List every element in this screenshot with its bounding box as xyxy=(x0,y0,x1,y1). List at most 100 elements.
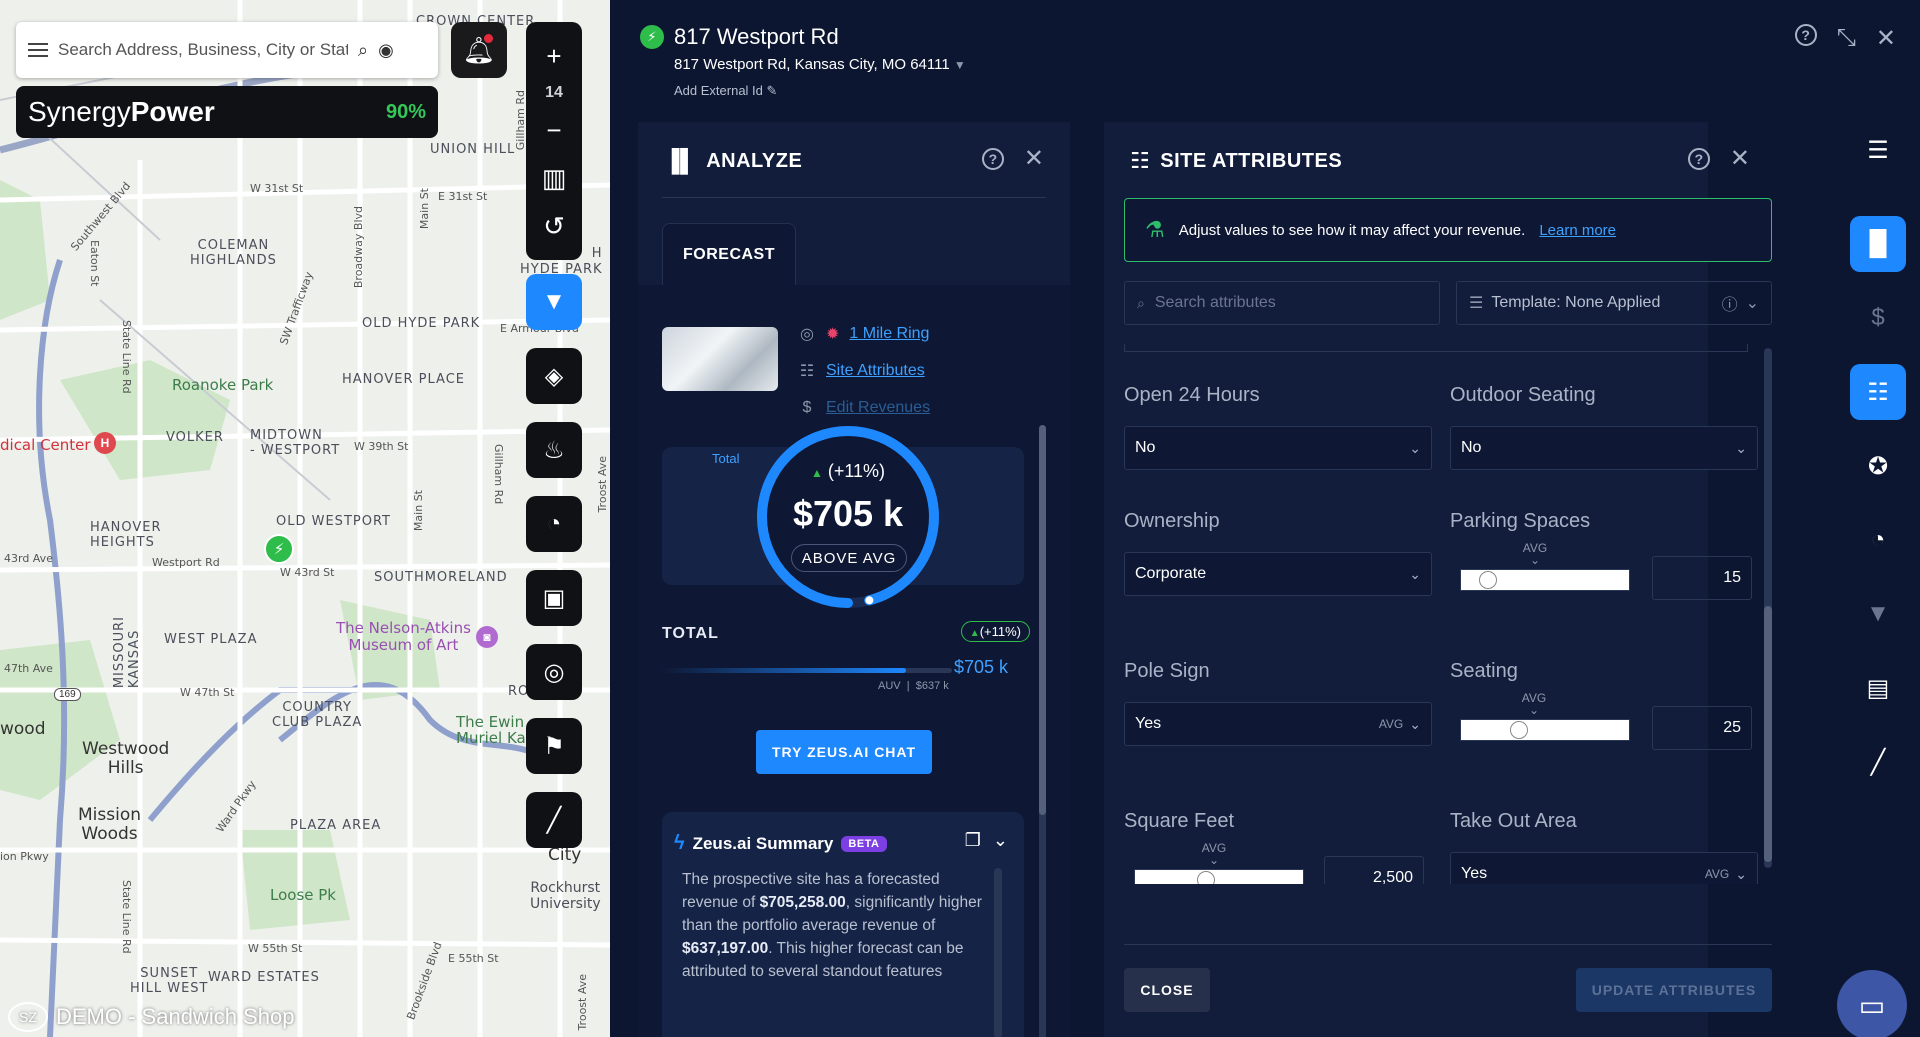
close-button[interactable]: CLOSE xyxy=(1124,968,1210,1012)
collapse-icon[interactable]: ⤡ xyxy=(1837,24,1856,53)
link-1-mile-ring[interactable]: 1 Mile Ring xyxy=(849,325,929,343)
close-icon[interactable]: ✕ xyxy=(1876,24,1896,53)
take-out-area-select[interactable]: Yes AVG ⌄ xyxy=(1450,852,1758,884)
try-zeus-chat-button[interactable]: TRY ZEUS.AI CHAT xyxy=(756,730,932,774)
help-icon[interactable]: ? xyxy=(1794,24,1817,46)
rail-location-button[interactable]: ▼ xyxy=(1850,586,1906,642)
site-pin-icon[interactable]: ⚡ xyxy=(264,534,294,564)
help-icon[interactable]: ? xyxy=(981,147,1004,170)
map-style-button[interactable]: ▥ xyxy=(526,154,582,202)
slider-handle[interactable] xyxy=(1509,721,1528,739)
demo-watermark: SZ DEMO - Sandwich Shop xyxy=(8,1002,294,1032)
ownership-select[interactable]: Corporate ⌄ xyxy=(1124,552,1432,596)
template-select[interactable]: ☰ Template: None Applied ⓘ ⌄ xyxy=(1456,281,1772,325)
car-icon: ▣ xyxy=(542,584,566,612)
close-icon[interactable]: ✕ xyxy=(1024,144,1044,173)
tab-forecast[interactable]: FORECAST xyxy=(662,223,796,285)
rail-revenue-button[interactable]: $ xyxy=(1850,290,1906,346)
dollar-icon: $ xyxy=(1871,304,1885,331)
tool-radius-button[interactable]: ◎ xyxy=(526,644,582,700)
rail-favorite-button[interactable]: ✪ xyxy=(1850,438,1906,494)
map-search-bar: ⌕ ◉ xyxy=(16,22,438,78)
list-icon: ☰ xyxy=(1469,295,1484,312)
link-edit-revenues[interactable]: Edit Revenues xyxy=(826,399,930,417)
attribute-list: Open 24 Hours No ⌄ Outdoor Seating No ⌄ Ow… xyxy=(1124,344,1768,884)
open-24-hours-select[interactable]: No ⌄ xyxy=(1124,426,1432,470)
pole-sign-select[interactable]: Yes AVG ⌄ xyxy=(1124,702,1432,746)
document-icon: ▤ xyxy=(1866,674,1890,702)
chat-button[interactable]: ▭ xyxy=(1837,970,1907,1037)
reset-view-button[interactable]: ↺ xyxy=(526,202,582,250)
chevron-down-icon[interactable]: ⌄ xyxy=(993,830,1008,851)
attribute-search-input[interactable] xyxy=(1154,294,1415,312)
help-icon[interactable]: ? xyxy=(1687,147,1710,170)
zoom-in-button[interactable]: + xyxy=(526,32,582,80)
search-icon[interactable]: ⌕ xyxy=(358,40,368,61)
address-pin-icon: ▼ xyxy=(953,58,966,72)
map-search-input[interactable] xyxy=(58,40,348,60)
update-attributes-button[interactable]: UPDATE ATTRIBUTES xyxy=(1576,968,1772,1012)
map-label-mission-woods: Mission Woods xyxy=(78,805,142,844)
slider-handle[interactable] xyxy=(1197,871,1216,884)
map-label-w39th: W 39th St xyxy=(354,440,409,453)
attributes-scrollbar[interactable] xyxy=(1764,348,1772,868)
location-pin-icon[interactable]: ◉ xyxy=(378,40,394,61)
learn-more-link[interactable]: Learn more xyxy=(1539,222,1616,239)
tool-flag-button[interactable]: ⚑ xyxy=(526,718,582,774)
rail-site-list-button[interactable]: ☰ xyxy=(1850,122,1906,178)
tool-heatmap-button[interactable]: ♨ xyxy=(526,422,582,478)
copy-icon[interactable]: ❐ xyxy=(965,830,981,851)
tool-measure-button[interactable]: ╱ xyxy=(526,792,582,848)
map-label-city: City xyxy=(548,845,582,865)
map-label-westwood-hills: Westwood Hills xyxy=(82,739,170,778)
rail-report-button[interactable]: ▤ xyxy=(1850,660,1906,716)
chevron-down-icon: ⌄ xyxy=(1409,565,1421,582)
divider xyxy=(662,197,1046,198)
summary-scrollbar[interactable] xyxy=(994,868,1002,1037)
rail-attributes-button[interactable]: ☷ xyxy=(1850,364,1906,420)
info-icon[interactable]: ⓘ xyxy=(1722,291,1738,315)
total-bar-track xyxy=(662,668,952,673)
analyze-scrollbar[interactable] xyxy=(1039,425,1046,1037)
template-value: Template: None Applied xyxy=(1491,294,1661,311)
rotate-icon: ↺ xyxy=(543,210,565,241)
square-feet-input[interactable]: 2,500 xyxy=(1324,856,1424,884)
map-label-main-st-2: Main St xyxy=(418,188,431,230)
parking-spaces-input[interactable]: 15 xyxy=(1652,556,1752,600)
map-label-hanover-heights: HANOVER HEIGHTS xyxy=(90,520,162,550)
total-row: TOTAL ▲(+11%) xyxy=(662,621,1030,643)
site-thumbnail[interactable] xyxy=(662,327,778,391)
square-feet-slider[interactable] xyxy=(1134,869,1304,884)
site-attributes-title: ☷ SITE ATTRIBUTES xyxy=(1130,148,1343,173)
map-label-broadway: Broadway Blvd xyxy=(352,206,365,289)
link-site-attributes[interactable]: Site Attributes xyxy=(826,362,925,380)
location-pin-icon: ▼ xyxy=(542,288,566,315)
total-change-badge: ▲(+11%) xyxy=(960,621,1030,642)
slider-handle[interactable] xyxy=(1478,571,1497,589)
map-label-plaza-area: PLAZA AREA xyxy=(290,818,382,833)
map-label-loose-pk: Loose Pk xyxy=(270,886,336,904)
rail-trade-area-button[interactable]: ◔ xyxy=(1850,512,1906,568)
tool-trade-area-button[interactable]: ◔ xyxy=(526,496,582,552)
seating-slider[interactable] xyxy=(1460,719,1630,741)
site-title: 817 Westport Rd xyxy=(674,24,839,49)
label-ownership: Ownership xyxy=(1124,510,1220,532)
outdoor-seating-select[interactable]: No ⌄ xyxy=(1450,426,1758,470)
tool-layers-button[interactable]: ◈ xyxy=(526,348,582,404)
zeus-summary-text: The prospective site has a forecasted re… xyxy=(682,871,982,980)
seating-input[interactable]: 25 xyxy=(1652,706,1752,750)
tool-traffic-button[interactable]: ▣ xyxy=(526,570,582,626)
rail-magic-button[interactable]: ╱ xyxy=(1850,734,1906,790)
zoom-out-button[interactable]: − xyxy=(526,106,582,154)
map-view[interactable]: CROWN CENTER UNION HILL W 31st St E 31st… xyxy=(0,0,610,1037)
chevron-down-icon: ⌄ xyxy=(1745,295,1759,312)
map-label-eaton: Eaton St xyxy=(88,240,101,287)
parking-spaces-slider[interactable] xyxy=(1460,569,1630,591)
rail-analyze-button[interactable]: ▐▌ xyxy=(1850,216,1906,272)
hamburger-menu-icon[interactable] xyxy=(28,43,48,57)
notifications-button[interactable]: 🔔︎ xyxy=(451,22,507,78)
tool-location-button[interactable]: ▼ xyxy=(526,274,582,330)
pie-chart-icon: ◔ xyxy=(1870,526,1886,553)
add-external-id[interactable]: Add External Id ✎ xyxy=(674,83,966,99)
close-icon[interactable]: ✕ xyxy=(1730,144,1750,173)
